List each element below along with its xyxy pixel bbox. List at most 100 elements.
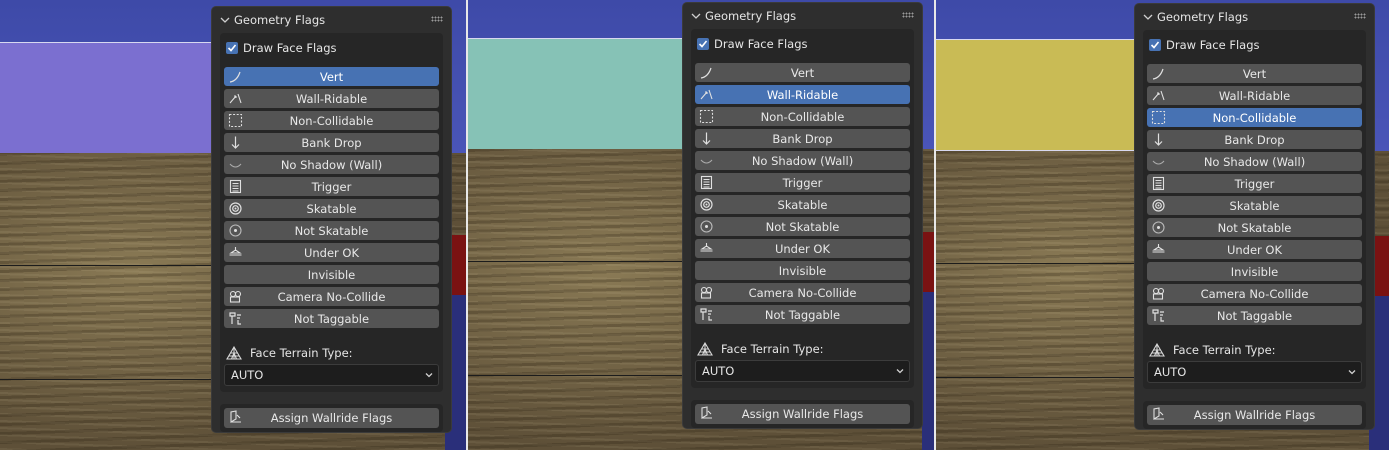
flag-button-trigger[interactable]: Trigger: [1147, 174, 1362, 193]
list-doc-icon: [699, 175, 714, 190]
arc-icon: [1151, 154, 1166, 169]
under-icon: [228, 245, 243, 260]
flag-button-under-ok[interactable]: Under OK: [695, 239, 910, 258]
flag-button-bank-drop[interactable]: Bank Drop: [224, 133, 439, 152]
camera-icon: [228, 289, 243, 304]
flag-button-no-shadow-wall[interactable]: No Shadow (Wall): [695, 151, 910, 170]
draw-face-flags-checkbox[interactable]: Draw Face Flags: [224, 37, 439, 59]
flag-button-invisible[interactable]: Invisible: [1147, 262, 1362, 281]
target-icon: [699, 197, 714, 212]
panel-body: Draw Face Flags Vert Wall-Ridable Non-Coll…: [220, 33, 443, 392]
terrain-type-select[interactable]: AUTO: [224, 364, 439, 386]
flag-button-under-ok[interactable]: Under OK: [224, 243, 439, 262]
draw-face-flags-checkbox[interactable]: Draw Face Flags: [1147, 34, 1362, 56]
assign-wallride-flags-button[interactable]: Assign Wallride Flags: [224, 408, 439, 428]
flag-button-bank-drop[interactable]: Bank Drop: [1147, 130, 1362, 149]
flag-buttons: Vert Wall-Ridable Non-Collidable Bank Drop N…: [224, 67, 439, 328]
flag-button-not-skatable[interactable]: Not Skatable: [224, 221, 439, 240]
arrow-down-icon: [1151, 132, 1166, 147]
dot-circle-icon: [1151, 220, 1166, 235]
under-icon: [1151, 242, 1166, 257]
draw-face-flags-checkbox[interactable]: Draw Face Flags: [695, 33, 910, 55]
camera-icon: [1151, 286, 1166, 301]
flag-button-not-taggable[interactable]: Not Taggable: [224, 309, 439, 328]
flag-button-skatable[interactable]: Skatable: [1147, 196, 1362, 215]
flag-button-trigger[interactable]: Trigger: [695, 173, 910, 192]
flag-label: Vert: [1242, 66, 1267, 81]
flag-label: Camera No-Collide: [277, 289, 386, 304]
flag-label: Not Skatable: [765, 219, 840, 234]
terrain-icon: [1149, 343, 1165, 357]
checkbox-checked-icon[interactable]: [226, 42, 238, 54]
flag-button-skatable[interactable]: Skatable: [695, 195, 910, 214]
flag-button-wall-ridable[interactable]: Wall-Ridable: [1147, 86, 1362, 105]
terrain-type-select[interactable]: AUTO: [1147, 361, 1362, 383]
flag-label: Bank Drop: [1224, 132, 1285, 147]
panel-title: Geometry Flags: [705, 9, 797, 23]
dashed-box-icon: [228, 113, 243, 128]
flag-button-not-taggable[interactable]: Not Taggable: [695, 305, 910, 324]
face-terrain-row: Face Terrain Type:: [224, 342, 439, 364]
flag-button-camera-no-collide[interactable]: Camera No-Collide: [1147, 284, 1362, 303]
flag-label: No Shadow (Wall): [1203, 154, 1306, 169]
drag-grip-icon[interactable]: [902, 12, 914, 18]
flag-button-under-ok[interactable]: Under OK: [1147, 240, 1362, 259]
chevron-down-icon: [691, 13, 701, 19]
flag-button-not-taggable[interactable]: Not Taggable: [1147, 306, 1362, 325]
flag-button-camera-no-collide[interactable]: Camera No-Collide: [224, 287, 439, 306]
drag-grip-icon[interactable]: [1354, 13, 1366, 19]
flag-button-wall-ridable[interactable]: Wall-Ridable: [224, 89, 439, 108]
arrow-down-icon: [228, 135, 243, 150]
highlighted-face: [468, 38, 688, 150]
flag-label: Bank Drop: [772, 131, 833, 146]
flag-button-vert[interactable]: Vert: [695, 63, 910, 82]
terrain-type-value: AUTO: [231, 368, 264, 382]
edge-line: [0, 265, 230, 266]
checkbox-checked-icon[interactable]: [697, 38, 709, 50]
flag-button-wall-ridable[interactable]: Wall-Ridable: [695, 85, 910, 104]
flag-label: Non-Collidable: [1212, 110, 1297, 125]
panel-header[interactable]: Geometry Flags: [683, 3, 922, 29]
flag-button-vert[interactable]: Vert: [224, 67, 439, 86]
flag-button-trigger[interactable]: Trigger: [224, 177, 439, 196]
flag-button-skatable[interactable]: Skatable: [224, 199, 439, 218]
flag-button-no-shadow-wall[interactable]: No Shadow (Wall): [224, 155, 439, 174]
panel-body: Draw Face Flags Vert Wall-Ridable Non-Coll…: [1143, 30, 1366, 389]
flag-label: Not Skatable: [294, 223, 369, 238]
flag-label: Under OK: [774, 241, 831, 256]
terrain-type-select[interactable]: AUTO: [695, 360, 910, 382]
flag-label: Invisible: [1230, 264, 1279, 279]
flag-label: No Shadow (Wall): [751, 153, 854, 168]
chevron-down-icon: [425, 373, 433, 378]
edge-line: [468, 261, 688, 262]
flag-label: Wall-Ridable: [1218, 88, 1291, 103]
flag-label: Invisible: [778, 263, 827, 278]
terrain-type-value: AUTO: [702, 364, 735, 378]
terrain-icon: [697, 342, 713, 356]
flag-button-not-skatable[interactable]: Not Skatable: [1147, 218, 1362, 237]
flag-label: No Shadow (Wall): [280, 157, 383, 172]
flag-button-no-shadow-wall[interactable]: No Shadow (Wall): [1147, 152, 1362, 171]
checkbox-checked-icon[interactable]: [1149, 39, 1161, 51]
flag-button-bank-drop[interactable]: Bank Drop: [695, 129, 910, 148]
drag-grip-icon[interactable]: [431, 16, 443, 22]
flag-button-invisible[interactable]: Invisible: [224, 265, 439, 284]
flag-button-vert[interactable]: Vert: [1147, 64, 1362, 83]
flag-label: Trigger: [311, 179, 352, 194]
flag-button-non-collidable[interactable]: Non-Collidable: [224, 111, 439, 130]
panel-header[interactable]: Geometry Flags: [212, 7, 451, 33]
flag-button-non-collidable[interactable]: Non-Collidable: [695, 107, 910, 126]
flag-button-not-skatable[interactable]: Not Skatable: [695, 217, 910, 236]
assign-wallride-flags-button[interactable]: Assign Wallride Flags: [695, 404, 910, 424]
flag-label: Vert: [319, 69, 344, 84]
assign-wallride-flags-button[interactable]: Assign Wallride Flags: [1147, 405, 1362, 425]
flag-button-camera-no-collide[interactable]: Camera No-Collide: [695, 283, 910, 302]
curve-icon: [699, 65, 714, 80]
flag-button-invisible[interactable]: Invisible: [695, 261, 910, 280]
list-doc-icon: [1151, 176, 1166, 191]
chevron-down-icon: [1143, 14, 1153, 20]
assign-wallride-flags-label: Assign Wallride Flags: [741, 407, 864, 421]
flag-button-non-collidable[interactable]: Non-Collidable: [1147, 108, 1362, 127]
panel-header[interactable]: Geometry Flags: [1135, 4, 1374, 30]
edge-line: [0, 379, 230, 380]
